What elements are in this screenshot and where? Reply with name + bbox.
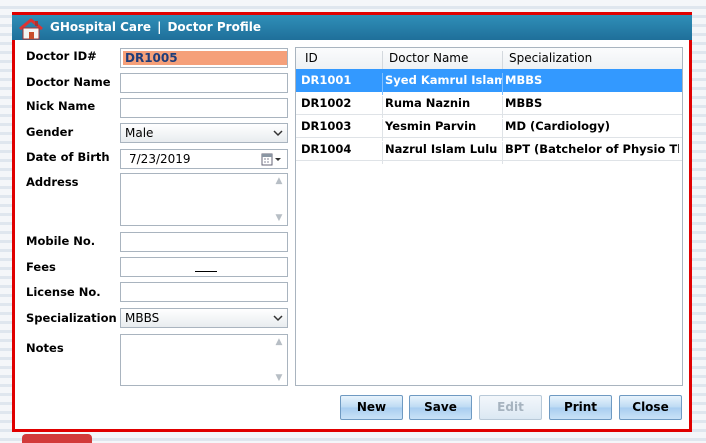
doctor-list-grid[interactable]: ID Doctor Name Specialization DR1001 Sye… [295, 47, 683, 386]
gender-label: Gender [26, 125, 74, 139]
table-row[interactable]: DR1003 Yesmin Parvin MD (Cardiology) [296, 115, 682, 141]
save-button[interactable]: Save [409, 395, 472, 420]
doctor-name-field[interactable] [120, 73, 288, 93]
print-button[interactable]: Print [549, 395, 612, 420]
cell-id: DR1004 [301, 142, 352, 156]
address-textarea[interactable]: ▲ ▼ [120, 173, 288, 226]
cell-doctor-name: Syed Kamrul Islam [385, 73, 503, 87]
cell-id: DR1002 [301, 96, 352, 110]
date-of-birth-label: Date of Birth [26, 150, 110, 164]
close-button[interactable]: Close [619, 395, 682, 420]
doctor-id-field[interactable]: DR1005 [120, 48, 288, 68]
gender-value: Male [125, 126, 154, 140]
mobile-label: Mobile No. [26, 234, 96, 248]
grid-header: ID Doctor Name Specialization [296, 48, 682, 72]
home-icon[interactable] [18, 18, 44, 40]
edit-button[interactable]: Edit [479, 395, 542, 420]
title-separator: | [157, 20, 162, 34]
scroll-up-icon[interactable]: ▲ [274, 338, 284, 347]
table-row[interactable]: DR1002 Ruma Naznin MBBS [296, 92, 682, 118]
notes-scrollbar[interactable]: ▲ ▼ [272, 336, 286, 384]
page-title: Doctor Profile [167, 20, 261, 34]
fees-label: Fees [26, 260, 56, 274]
cell-doctor-name: Yesmin Parvin [385, 119, 477, 133]
specialization-value: MBBS [125, 311, 160, 325]
cell-doctor-name: Nazrul Islam Lulu [385, 142, 498, 156]
chevron-down-icon [273, 315, 283, 322]
license-field[interactable] [120, 282, 288, 302]
license-label: License No. [26, 285, 101, 299]
cell-id: DR1003 [301, 119, 352, 133]
calendar-icon[interactable] [261, 153, 283, 166]
notes-label: Notes [26, 341, 64, 355]
cell-specialization: MD (Cardiology) [505, 119, 611, 133]
app-title: GHospital Care [50, 20, 152, 34]
cell-id: DR1001 [301, 73, 352, 87]
nick-name-field[interactable] [120, 98, 288, 118]
date-of-birth-picker[interactable]: 7/23/2019 [120, 149, 288, 169]
cell-divider [502, 142, 503, 164]
fees-input-mask [195, 271, 217, 272]
title-bar: GHospital Care | Doctor Profile [12, 12, 692, 40]
table-row[interactable]: DR1004 Nazrul Islam Lulu BPT (Batchelor … [296, 138, 682, 164]
fees-field[interactable] [120, 257, 288, 277]
scroll-down-icon[interactable]: ▼ [274, 214, 284, 223]
table-row[interactable]: DR1001 Syed Kamrul Islam MBBS [296, 69, 682, 95]
specialization-select[interactable]: MBBS [120, 308, 288, 328]
address-scrollbar[interactable]: ▲ ▼ [272, 175, 286, 224]
chevron-down-icon [273, 130, 283, 137]
notes-textarea[interactable]: ▲ ▼ [120, 334, 288, 386]
date-of-birth-value: 7/23/2019 [129, 152, 191, 166]
background-logo-fragment [22, 434, 92, 443]
specialization-label: Specialization [26, 311, 117, 325]
scroll-up-icon[interactable]: ▲ [274, 177, 284, 186]
cell-specialization: MBBS [505, 73, 543, 87]
doctor-id-value: DR1005 [125, 51, 178, 65]
cell-specialization: MBBS [505, 96, 543, 110]
cell-specialization: BPT (Batchelor of Physio The... [505, 142, 679, 156]
cell-doctor-name: Ruma Naznin [385, 96, 471, 110]
nick-name-label: Nick Name [26, 99, 96, 113]
doctor-name-label: Doctor Name [26, 75, 111, 89]
column-header-id[interactable]: ID [305, 51, 318, 65]
scroll-down-icon[interactable]: ▼ [274, 374, 284, 383]
cell-divider [382, 142, 383, 164]
doctor-id-label: Doctor ID# [26, 49, 97, 63]
window-title: GHospital Care | Doctor Profile [50, 20, 261, 34]
address-label: Address [26, 175, 79, 189]
column-header-specialization[interactable]: Specialization [509, 51, 592, 65]
mobile-field[interactable] [120, 232, 288, 252]
gender-select[interactable]: Male [120, 123, 288, 143]
new-button[interactable]: New [340, 395, 403, 420]
column-header-doctor-name[interactable]: Doctor Name [389, 51, 468, 65]
